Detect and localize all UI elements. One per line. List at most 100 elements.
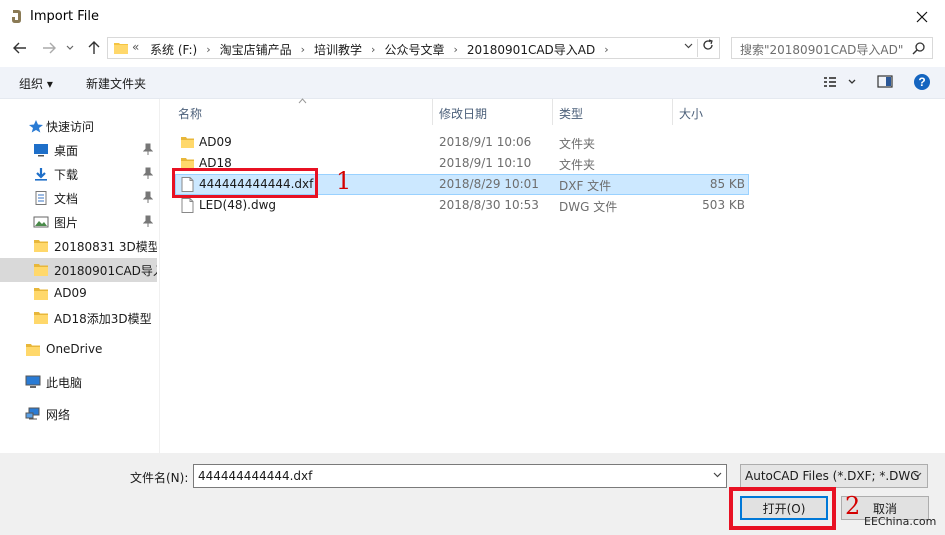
sidebar-item-label: 此电脑 (46, 376, 83, 390)
file-name: LED(48).dwg (199, 198, 277, 212)
command-toolbar: 组织 ▾ 新建文件夹 ? (0, 67, 945, 99)
sidebar-item-desktop[interactable]: 桌面 (0, 138, 157, 162)
annotation-highlight-open (729, 487, 836, 530)
pin-icon (143, 167, 153, 179)
sidebar-item-folder-20180831[interactable]: 20180831 3D模型激 (0, 234, 157, 258)
desktop-icon (34, 144, 48, 157)
sidebar-item-downloads[interactable]: 下载 (0, 162, 157, 186)
chevron-right-icon[interactable]: › (301, 43, 305, 56)
address-bar[interactable]: « 系统 (F:) › 淘宝店铺产品 › 培训教学 › 公众号文章 › 2018… (107, 37, 720, 59)
help-button[interactable]: ? (913, 73, 931, 94)
filename-value: 444444444444.dxf (198, 469, 313, 483)
file-date: 2018/8/29 10:01 (439, 177, 539, 191)
file-date: 2018/9/1 10:10 (439, 156, 532, 170)
chevron-right-icon[interactable]: › (453, 43, 457, 56)
folder-icon (34, 288, 48, 300)
sidebar-item-documents[interactable]: 文档 (0, 186, 157, 210)
annotation-step-2: 2 (845, 492, 861, 520)
sidebar-item-label: 桌面 (54, 144, 79, 158)
column-header-name[interactable]: 名称 (178, 105, 202, 122)
window-title: Import File (30, 9, 100, 24)
organize-menu-button[interactable]: 组织 ▾ (19, 75, 53, 92)
new-folder-button[interactable]: 新建文件夹 (86, 75, 146, 92)
file-size: 503 KB (702, 198, 745, 212)
breadcrumb-shop-products[interactable]: 淘宝店铺产品 (220, 41, 292, 58)
svg-text:?: ? (918, 75, 925, 89)
breadcrumb: 系统 (F:) › 淘宝店铺产品 › 培训教学 › 公众号文章 › 201809… (150, 41, 618, 58)
breadcrumb-drive[interactable]: 系统 (F:) (150, 41, 197, 58)
sidebar-item-folder-ad18[interactable]: AD18添加3D模型 (0, 306, 157, 330)
file-date: 2018/9/1 10:06 (439, 135, 532, 149)
up-button[interactable] (85, 39, 103, 57)
filetype-select[interactable]: AutoCAD Files (*.DXF; *.DWG (740, 464, 928, 488)
table-row[interactable]: LED(48).dwg 2018/8/30 10:53 DWG 文件 503 K… (175, 195, 749, 216)
view-options-button[interactable] (822, 73, 860, 94)
table-row[interactable]: AD09 2018/9/1 10:06 文件夹 (175, 132, 749, 153)
filename-history-dropdown[interactable] (713, 470, 722, 481)
chevron-right-icon[interactable]: › (371, 43, 375, 56)
sidebar-item-folder-ad09[interactable]: AD09 (0, 282, 157, 306)
sidebar-item-network[interactable]: 网络 (0, 402, 157, 426)
back-button[interactable] (11, 39, 29, 57)
breadcrumb-training[interactable]: 培训教学 (314, 41, 362, 58)
forward-button[interactable] (40, 39, 58, 57)
folder-icon (34, 240, 48, 252)
search-icon (912, 42, 925, 55)
help-icon: ? (914, 74, 930, 90)
column-divider[interactable] (552, 99, 553, 125)
arrow-left-icon (13, 42, 26, 54)
preview-pane-icon (877, 75, 893, 88)
column-header-date[interactable]: 修改日期 (439, 105, 487, 122)
sidebar-item-this-pc[interactable]: 此电脑 (0, 370, 157, 394)
file-type: 文件夹 (559, 158, 596, 172)
pin-icon (143, 191, 153, 203)
title-bar: Import File (0, 0, 945, 33)
watermark: EEChina.com (864, 515, 937, 528)
sidebar-item-label: OneDrive (46, 342, 103, 356)
column-divider[interactable] (432, 99, 433, 125)
file-type: DXF 文件 (559, 179, 612, 193)
sidebar-item-label: AD18添加3D模型 (54, 312, 152, 326)
chevron-down-icon (684, 43, 693, 49)
sidebar-item-folder-20180901[interactable]: 20180901CAD导入A (0, 258, 157, 282)
address-history-dropdown[interactable] (684, 41, 693, 52)
sort-ascending-icon (298, 97, 307, 106)
download-icon (35, 168, 47, 181)
search-input[interactable]: 搜索"20180901CAD导入AD" (731, 37, 933, 59)
chevron-right-icon[interactable]: › (206, 43, 210, 56)
network-icon (25, 407, 40, 420)
close-button[interactable] (899, 0, 945, 33)
filetype-dropdown[interactable] (913, 470, 922, 481)
chevron-down-icon (66, 45, 74, 50)
filename-input[interactable]: 444444444444.dxf (193, 464, 727, 488)
column-header-type[interactable]: 类型 (559, 105, 583, 122)
breadcrumb-current-folder[interactable]: 20180901CAD导入AD (467, 41, 595, 58)
file-size: 85 KB (709, 177, 745, 191)
folder-icon (114, 43, 128, 54)
column-divider[interactable] (672, 99, 673, 125)
file-date: 2018/8/30 10:53 (439, 198, 539, 212)
column-header-size[interactable]: 大小 (679, 105, 703, 122)
recent-locations-button[interactable] (64, 39, 76, 57)
preview-pane-button[interactable] (876, 73, 894, 94)
sidebar-item-onedrive[interactable]: OneDrive (0, 338, 157, 362)
sidebar-item-label: 快速访问 (46, 120, 95, 134)
star-icon (29, 120, 43, 133)
filetype-value: AutoCAD Files (*.DXF; *.DWG (745, 469, 920, 483)
file-type: DWG 文件 (559, 200, 618, 214)
document-icon (35, 191, 47, 205)
sidebar-item-pictures[interactable]: 图片 (0, 210, 157, 234)
sidebar-item-quick-access[interactable]: 快速访问 (0, 114, 157, 138)
close-icon (916, 11, 928, 22)
sidebar-item-label: 20180831 3D模型激 (54, 240, 157, 254)
filename-label: 文件名(N): (130, 471, 189, 485)
refresh-button[interactable] (697, 39, 715, 57)
chevron-right-icon[interactable]: › (604, 43, 608, 56)
annotation-highlight-file (172, 168, 318, 198)
address-overflow[interactable]: « (132, 40, 139, 54)
breadcrumb-articles[interactable]: 公众号文章 (384, 41, 444, 58)
sidebar-item-label: 图片 (54, 216, 79, 230)
sidebar-item-label: 网络 (46, 408, 71, 422)
arrow-right-icon (43, 42, 56, 54)
file-name: AD09 (199, 135, 232, 149)
